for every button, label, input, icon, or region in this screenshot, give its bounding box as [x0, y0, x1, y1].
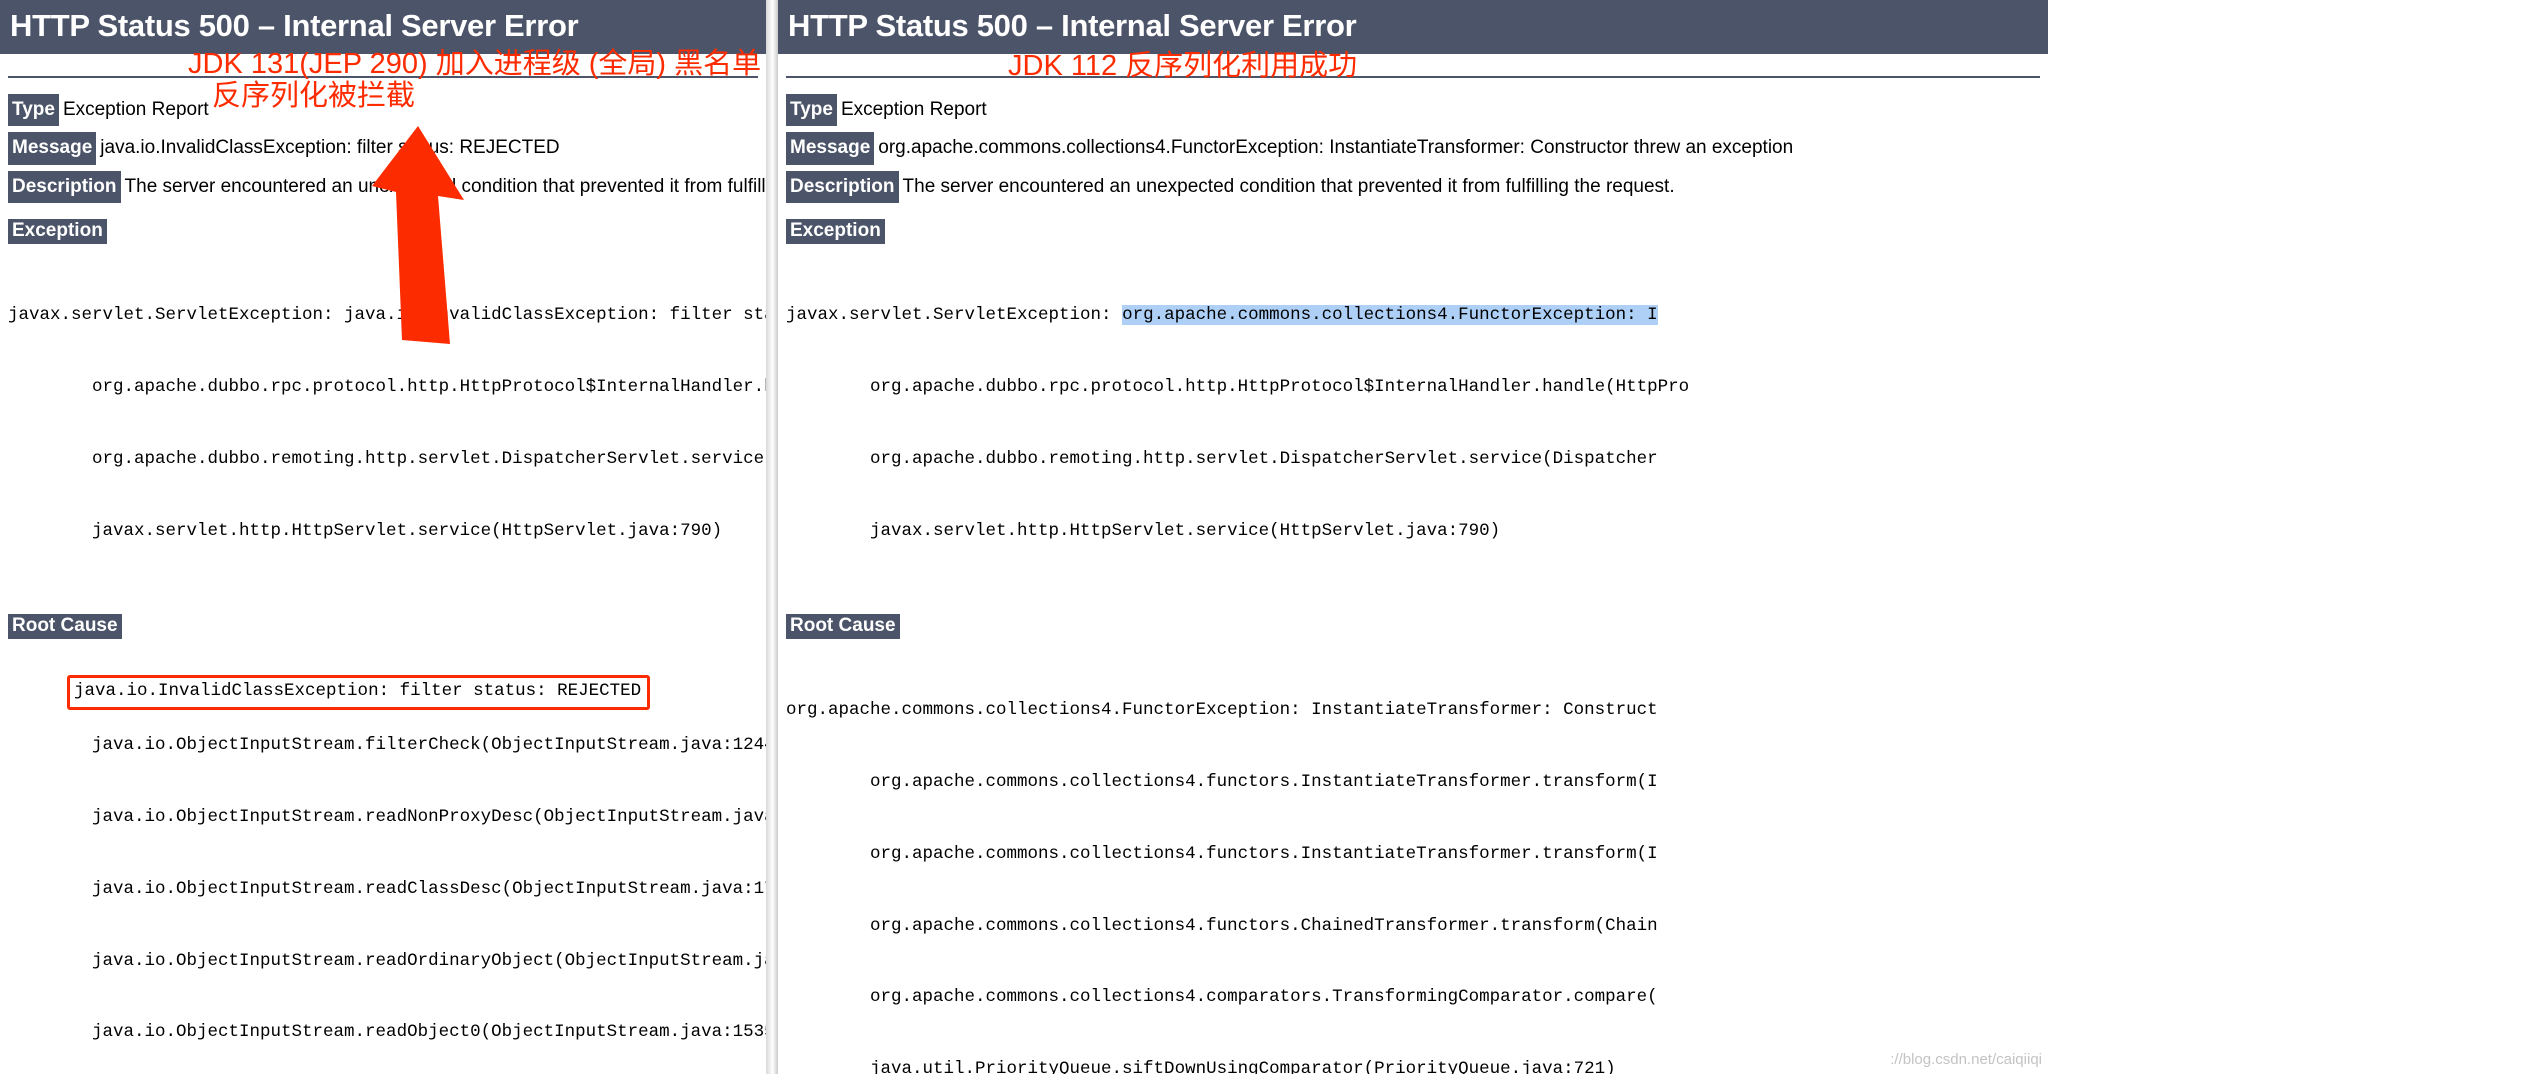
stack-line: org.apache.commons.collections4.functors… [786, 771, 1658, 792]
stack-line: java.util.PriorityQueue.siftDownUsingCom… [786, 1059, 1616, 1074]
exception-label: Exception [8, 219, 107, 245]
description-label: Description [786, 170, 899, 204]
root-cause-label: Root Cause [8, 613, 122, 639]
stack-line: java.io.ObjectInputStream.readNonProxyDe… [8, 806, 766, 827]
description-field: Description The server encountered an une… [8, 170, 766, 204]
type-label: Type [8, 94, 59, 127]
type-field: Type Exception Report [8, 94, 766, 127]
stack-line-selected: javax.servlet.ServletException: org.apac… [786, 304, 2048, 328]
description-value: The server encountered an unexpected con… [902, 175, 1675, 197]
exception-label: Exception [786, 219, 885, 245]
stack-line: javax.servlet.http.HttpServlet.service(H… [8, 520, 723, 541]
stack-line: java.io.ObjectInputStream.readClassDesc(… [8, 878, 766, 899]
root-cause-stacktrace: org.apache.commons.collections4.FunctorE… [786, 651, 2048, 1074]
root-cause-label: Root Cause [786, 613, 900, 639]
message-value: org.apache.commons.collections4.FunctorE… [878, 137, 1794, 159]
message-field: Message org.apache.commons.collections4.F… [786, 132, 2048, 165]
page-title: HTTP Status 500 – Internal Server Error [0, 0, 766, 54]
stack-line-prefix: javax.servlet.ServletException: [786, 305, 1123, 326]
message-value: java.io.InvalidClassException: filter st… [100, 137, 560, 159]
type-value: Exception Report [62, 99, 209, 120]
stack-line: java.io.ObjectInputStream.readOrdinaryOb… [92, 950, 766, 971]
page-title: HTTP Status 500 – Internal Server Error [778, 0, 2048, 54]
exception-stacktrace: javax.servlet.ServletException: java.io.… [8, 256, 766, 592]
title-divider [786, 76, 2040, 78]
selected-text: org.apache.commons.collections4.FunctorE… [1122, 305, 1658, 326]
type-label: Type [786, 94, 837, 127]
stack-line: org.apache.dubbo.remoting.http.servlet.D… [92, 449, 766, 470]
watermark-text: ://blog.csdn.net/caiqiiqi [1890, 1051, 2042, 1068]
root-cause-section-header: Root Cause [8, 613, 766, 639]
root-cause-header-line: org.apache.commons.collections4.FunctorE… [786, 699, 1658, 720]
description-value: The server encountered an unexpected con… [124, 175, 766, 197]
right-error-page: HTTP Status 500 – Internal Server Error … [778, 0, 2048, 1074]
panel-divider [766, 0, 778, 1074]
message-label: Message [8, 132, 97, 165]
stack-line: javax.servlet.http.HttpServlet.service(H… [786, 520, 1501, 541]
left-error-page: HTTP Status 500 – Internal Server Error … [0, 0, 766, 1074]
stack-line: org.apache.commons.collections4.comparat… [786, 987, 1658, 1008]
dual-screenshot-container: HTTP Status 500 – Internal Server Error … [0, 0, 2548, 1074]
stack-line: java.io.ObjectInputStream.filterCheck(Ob… [8, 734, 766, 755]
exception-stacktrace: javax.servlet.ServletException: org.apac… [786, 256, 2048, 592]
stack-line: org.apache.dubbo.rpc.protocol.http.HttpP… [786, 377, 1690, 398]
root-cause-highlight-box: java.io.InvalidClassException: filter st… [67, 674, 651, 710]
stack-line: java.io.ObjectInputStream.readObject0(Ob… [8, 1022, 766, 1043]
type-value: Exception Report [840, 99, 987, 120]
exception-section-header: Exception [8, 219, 766, 245]
stack-line: org.apache.commons.collections4.functors… [786, 915, 1658, 936]
stack-line: org.apache.dubbo.remoting.http.servlet.D… [786, 449, 1658, 470]
stack-line: javax.servlet.ServletException: java.io.… [8, 305, 766, 326]
root-cause-header-line: java.io.InvalidClassException: filter st… [74, 680, 642, 701]
description-label: Description [8, 170, 121, 204]
message-field: Message java.io.InvalidClassException: fi… [8, 132, 766, 165]
exception-section-header: Exception [786, 219, 2048, 245]
stack-line: org.apache.commons.collections4.functors… [786, 843, 1658, 864]
root-cause-section-header: Root Cause [786, 613, 2048, 639]
type-field: Type Exception Report [786, 94, 2048, 127]
root-cause-stacktrace: java.io.InvalidClassException: filter st… [8, 651, 766, 1074]
stack-line: org.apache.dubbo.rpc.protocol.http.HttpP… [92, 377, 766, 398]
title-divider [8, 76, 758, 78]
description-field: Description The server encountered an une… [786, 170, 2048, 204]
message-label: Message [786, 132, 875, 165]
